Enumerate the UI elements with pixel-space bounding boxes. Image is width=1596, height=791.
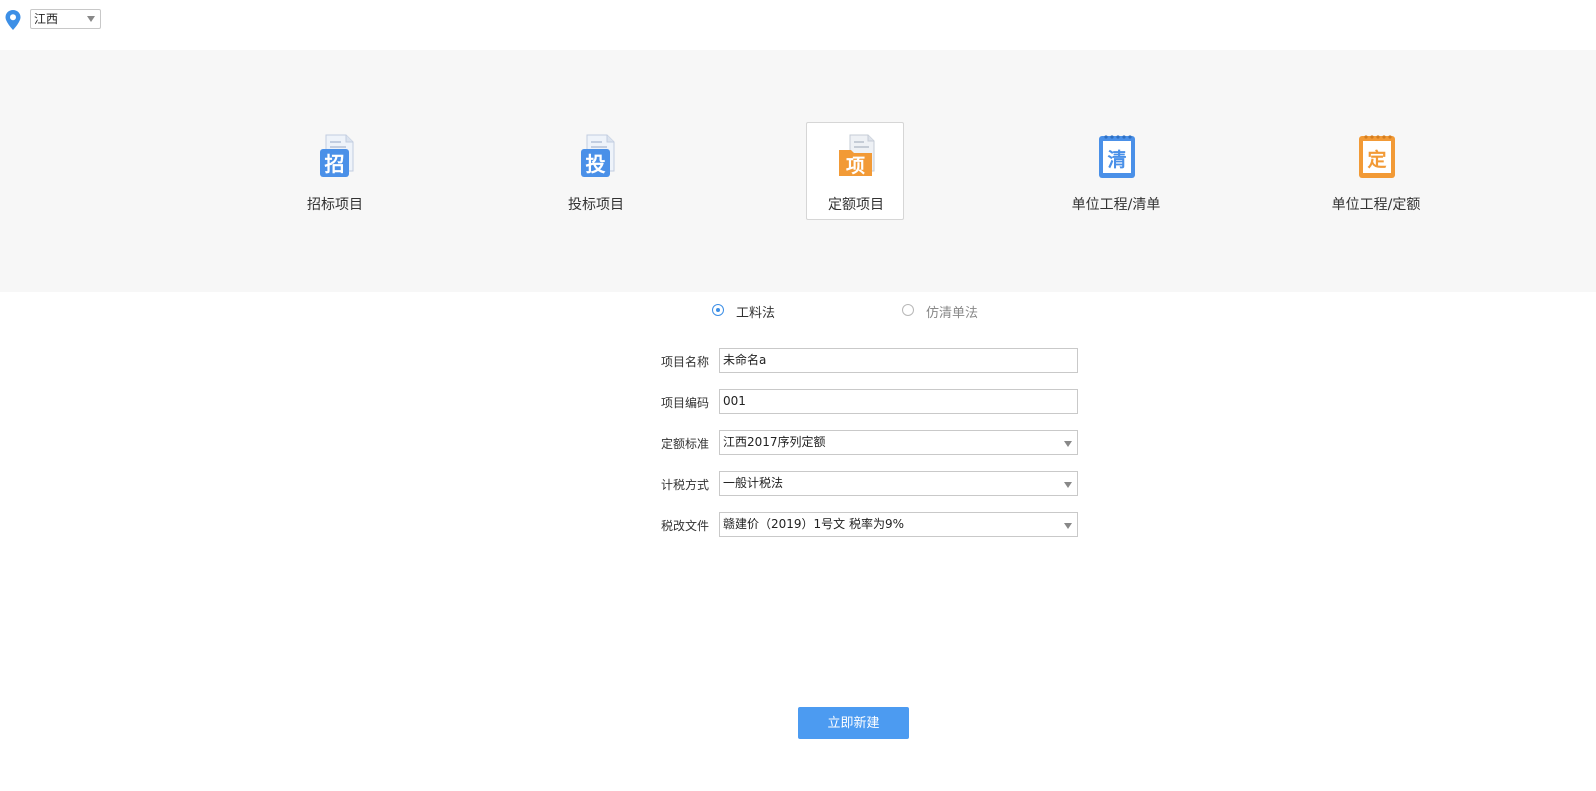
project-type-quota-project[interactable]: 项 定额项目 [806, 122, 904, 220]
project-name-value: 未命名a [723, 353, 767, 367]
project-type-label: 单位工程/清单 [1071, 197, 1161, 213]
project-type-unit-quota[interactable]: 定 单位工程/定额 [1326, 122, 1424, 220]
create-now-button[interactable]: 立即新建 [798, 707, 909, 739]
location-pin-icon [5, 10, 21, 30]
method-option-label: 工料法 [736, 306, 776, 321]
project-type-label: 投标项目 [568, 197, 624, 213]
quota-standard-label: 定额标准 [660, 437, 709, 451]
project-name-input[interactable]: 未命名a [719, 348, 1078, 373]
chevron-down-icon [1064, 441, 1072, 447]
top-bar: 江西 [0, 0, 1596, 50]
chevron-down-icon [1064, 482, 1072, 488]
unit-list-notebook-icon: 清 [1099, 135, 1135, 178]
project-type-label: 定额项目 [828, 197, 884, 213]
project-type-bid-submit[interactable]: 投 投标项目 [546, 122, 644, 220]
tax-method-select[interactable]: 一般计税法 [719, 471, 1078, 496]
quota-standard-value: 江西2017序列定额 [723, 435, 826, 449]
svg-text:项: 项 [846, 155, 865, 177]
bid-submit-doc-icon: 投 [581, 134, 615, 177]
tax-method-label: 计税方式 [660, 478, 709, 492]
method-option-pseudo-list[interactable]: 仿清单法 [902, 300, 1012, 321]
project-type-unit-list[interactable]: 清 单位工程/清单 [1066, 122, 1164, 220]
tax-doc-label: 税改文件 [660, 519, 709, 533]
bid-tender-doc-icon: 招 [320, 134, 354, 177]
radio-unchecked-icon[interactable] [902, 304, 914, 316]
project-type-label: 单位工程/定额 [1331, 197, 1421, 213]
quota-standard-select[interactable]: 江西2017序列定额 [719, 430, 1078, 455]
chevron-down-icon [1064, 523, 1072, 529]
method-option-label: 仿清单法 [926, 306, 979, 321]
svg-text:清: 清 [1107, 148, 1126, 171]
project-type-bid-tender[interactable]: 招 招标项目 [285, 122, 383, 220]
svg-text:招: 招 [325, 152, 345, 176]
tax-method-value: 一般计税法 [723, 476, 784, 490]
chevron-down-icon [87, 16, 95, 22]
svg-text:投: 投 [586, 152, 606, 176]
tax-doc-select[interactable]: 赣建价（2019）1号文 税率为9% [719, 512, 1078, 537]
quota-project-folder-icon: 项 [839, 134, 875, 177]
radio-checked-icon[interactable] [712, 304, 724, 316]
project-code-value: 001 [723, 394, 746, 408]
project-type-label: 招标项目 [307, 197, 363, 213]
tax-doc-value: 赣建价（2019）1号文 税率为9% [723, 517, 905, 531]
region-select-value: 江西 [34, 12, 59, 26]
method-option-labor-material[interactable]: 工料法 [712, 300, 822, 321]
region-select[interactable]: 江西 [30, 9, 101, 29]
project-name-label: 项目名称 [660, 355, 709, 369]
unit-quota-notebook-icon: 定 [1359, 135, 1395, 178]
project-code-label: 项目编码 [660, 396, 709, 410]
svg-text:定: 定 [1367, 148, 1386, 171]
project-code-input[interactable]: 001 [719, 389, 1078, 414]
